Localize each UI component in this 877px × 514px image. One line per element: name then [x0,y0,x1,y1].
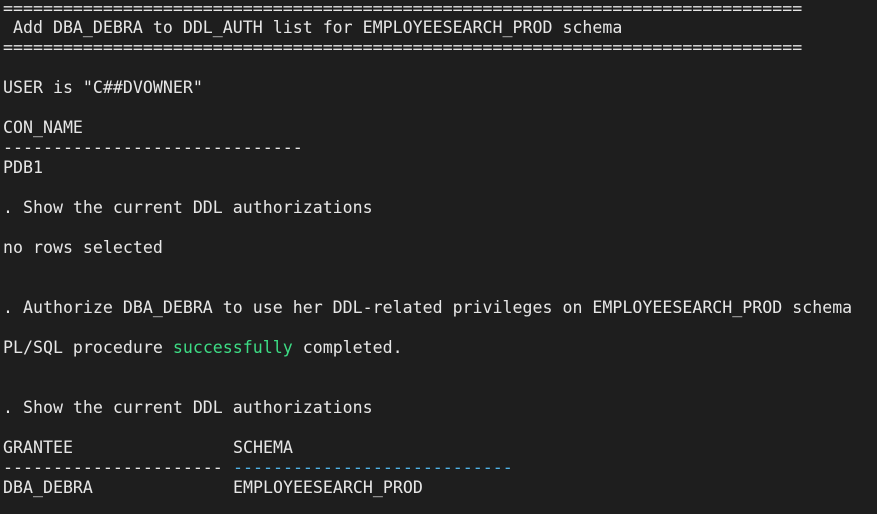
column-header-schema: SCHEMA [233,438,293,457]
show-current-line-2: . Show the current DDL authorizations [3,398,373,417]
plsql-result-line: PL/SQL procedure successfully completed. [3,338,403,358]
no-rows-line: no rows selected [3,238,163,257]
plsql-status: successfully [172,338,293,357]
show-current-line-1: . Show the current DDL authorizations [3,198,373,217]
authorize-line: . Authorize DBA_DEBRA to use her DDL-rel… [3,298,853,317]
con-name-rule: ------------------------------ [3,138,303,157]
column-header-grantee: GRANTEE [3,438,73,457]
row-grantee: DBA_DEBRA [3,478,93,497]
plsql-prefix: PL/SQL procedure [3,338,173,357]
column-rule-schema: ---------------------------- [233,458,513,477]
terminal-window[interactable]: ========================================… [0,0,877,514]
banner-top-rule: ========================================… [3,0,803,18]
con-name-header: CON_NAME [3,118,83,137]
user-line: USER is "C##DVOWNER" [3,78,203,97]
plsql-suffix: completed. [292,338,403,357]
row-schema: EMPLOYEESEARCH_PROD [233,478,423,497]
con-name-value: PDB1 [3,158,43,177]
banner-title: Add DBA_DEBRA to DDL_AUTH list for EMPLO… [3,18,623,37]
column-rule-grantee: ---------------------- [3,458,223,477]
banner-bottom-rule: ========================================… [3,38,803,57]
